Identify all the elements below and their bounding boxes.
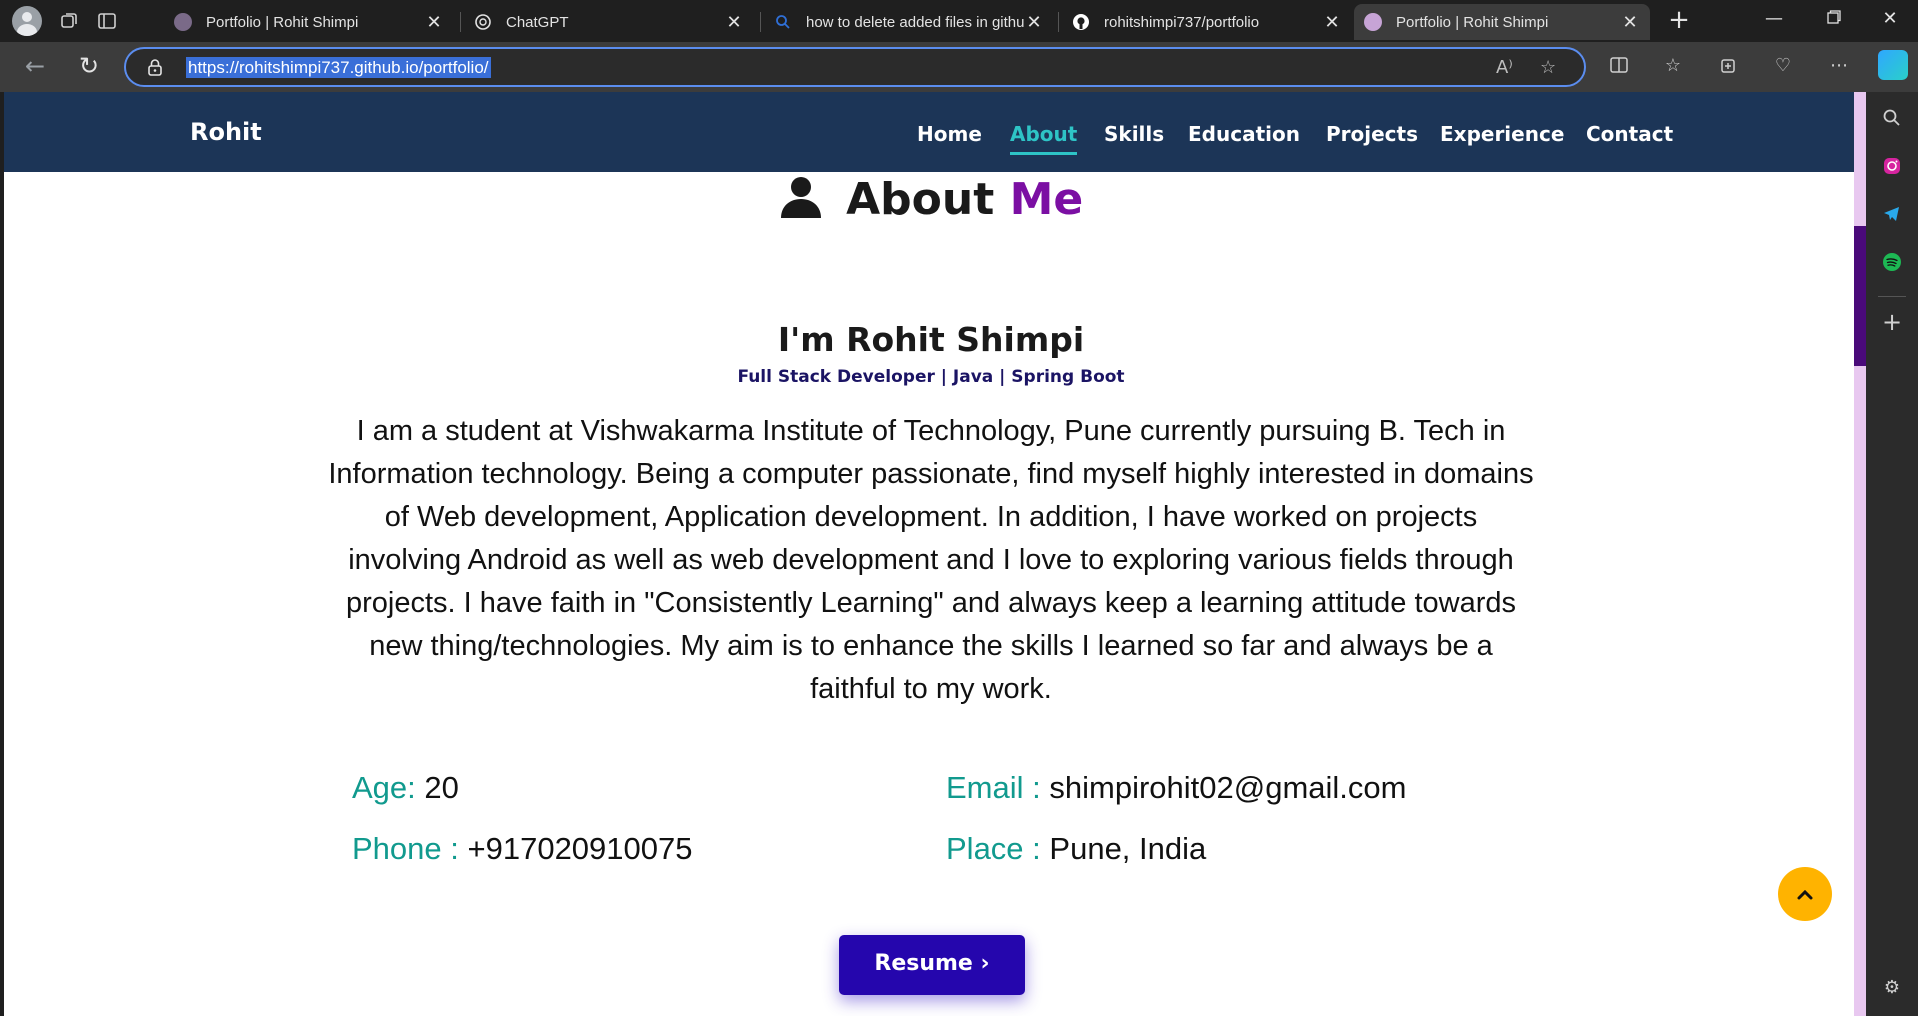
- vertical-tabs-icon[interactable]: [96, 10, 118, 32]
- split-screen-icon[interactable]: [1606, 55, 1632, 80]
- favorite-star-icon[interactable]: ☆: [1540, 57, 1556, 78]
- bio-paragraph: I am a student at Vishwakarma Institute …: [328, 415, 1534, 705]
- new-tab-button[interactable]: +: [1664, 6, 1694, 36]
- profile-tagline: Full Stack Developer | Java | Spring Boo…: [737, 367, 1125, 387]
- restore-window-icon[interactable]: [1820, 8, 1848, 29]
- site-brand[interactable]: Rohit: [190, 118, 262, 146]
- browser-toolbar: ← ↻ https://rohitshimpi737.github.io/por…: [0, 42, 1918, 92]
- close-tab-icon[interactable]: ✕: [724, 12, 744, 33]
- url-text[interactable]: https://rohitshimpi737.github.io/portfol…: [186, 57, 491, 78]
- back-to-top-button[interactable]: [1778, 867, 1832, 921]
- nav-skills[interactable]: Skills: [1104, 122, 1164, 146]
- site-navbar: Rohit Home About Skills Education Projec…: [4, 92, 1858, 172]
- copilot-icon[interactable]: [1878, 50, 1908, 80]
- section-heading: About Me: [4, 174, 1858, 229]
- tab-search[interactable]: how to delete added files in githu ✕: [764, 6, 1054, 38]
- back-arrow-icon[interactable]: ←: [20, 52, 50, 82]
- github-logo-icon: [1072, 13, 1090, 31]
- edge-sidebar: + ⚙: [1866, 92, 1918, 1016]
- profile-name: I'm Rohit Shimpi: [777, 320, 1085, 359]
- resume-button[interactable]: Resume ›: [839, 935, 1025, 995]
- instagram-icon[interactable]: [1880, 156, 1904, 180]
- close-tab-icon[interactable]: ✕: [424, 12, 444, 33]
- tab-portfolio-active[interactable]: Portfolio | Rohit Shimpi ✕: [1354, 4, 1650, 40]
- gear-icon[interactable]: ⚙: [1880, 976, 1904, 1000]
- page-viewport: Rohit Home About Skills Education Projec…: [4, 92, 1858, 1016]
- chatgpt-logo-icon: [474, 13, 492, 31]
- tab-portfolio-1[interactable]: Portfolio | Rohit Shimpi ✕: [164, 6, 454, 38]
- read-aloud-icon[interactable]: A⁾: [1496, 57, 1513, 78]
- close-tab-icon[interactable]: ✕: [1620, 12, 1640, 33]
- nav-education[interactable]: Education: [1188, 122, 1300, 146]
- favicon-icon: [174, 13, 192, 31]
- browser-tab-strip: Portfolio | Rohit Shimpi ✕ ChatGPT ✕ how…: [0, 0, 1918, 42]
- profile-avatar-icon[interactable]: [12, 6, 42, 36]
- age-info: Age: 20: [352, 770, 459, 805]
- nav-about[interactable]: About: [1010, 122, 1078, 155]
- nav-contact[interactable]: Contact: [1586, 122, 1673, 146]
- favicon-icon: [1364, 13, 1382, 31]
- close-window-icon[interactable]: ✕: [1876, 8, 1904, 29]
- close-tab-icon[interactable]: ✕: [1322, 12, 1342, 33]
- place-info: Place : Pune, India: [946, 831, 1207, 866]
- nav-home[interactable]: Home: [917, 122, 982, 146]
- more-menu-icon[interactable]: ⋯: [1826, 55, 1852, 76]
- spotify-icon[interactable]: [1880, 252, 1904, 276]
- user-icon: [779, 174, 823, 229]
- reload-icon[interactable]: ↻: [74, 52, 104, 82]
- phone-info: Phone : +917020910075: [352, 831, 693, 866]
- collections-icon[interactable]: [1716, 55, 1742, 80]
- lock-icon[interactable]: [146, 58, 164, 76]
- tab-github[interactable]: rohitshimpi737/portfolio ✕: [1062, 6, 1352, 38]
- search-icon[interactable]: [1880, 108, 1904, 132]
- page-scrollbar-thumb[interactable]: [1854, 226, 1866, 366]
- nav-projects[interactable]: Projects: [1326, 122, 1418, 146]
- chevron-up-icon: [1797, 889, 1813, 900]
- search-favicon-icon: [774, 13, 792, 31]
- address-bar[interactable]: https://rohitshimpi737.github.io/portfol…: [124, 47, 1586, 87]
- favorites-icon[interactable]: ☆: [1660, 55, 1686, 76]
- add-sidebar-app-icon[interactable]: +: [1880, 310, 1904, 334]
- workspaces-icon[interactable]: [58, 10, 80, 32]
- minimize-icon[interactable]: —: [1760, 8, 1788, 29]
- email-info: Email : shimpirohit02@gmail.com: [946, 770, 1407, 805]
- tab-chatgpt[interactable]: ChatGPT ✕: [464, 6, 754, 38]
- browser-essentials-icon[interactable]: ♡: [1770, 55, 1796, 76]
- telegram-icon[interactable]: [1880, 204, 1904, 228]
- close-tab-icon[interactable]: ✕: [1024, 12, 1044, 33]
- nav-experience[interactable]: Experience: [1440, 122, 1564, 146]
- chevron-right-icon: ›: [980, 951, 990, 976]
